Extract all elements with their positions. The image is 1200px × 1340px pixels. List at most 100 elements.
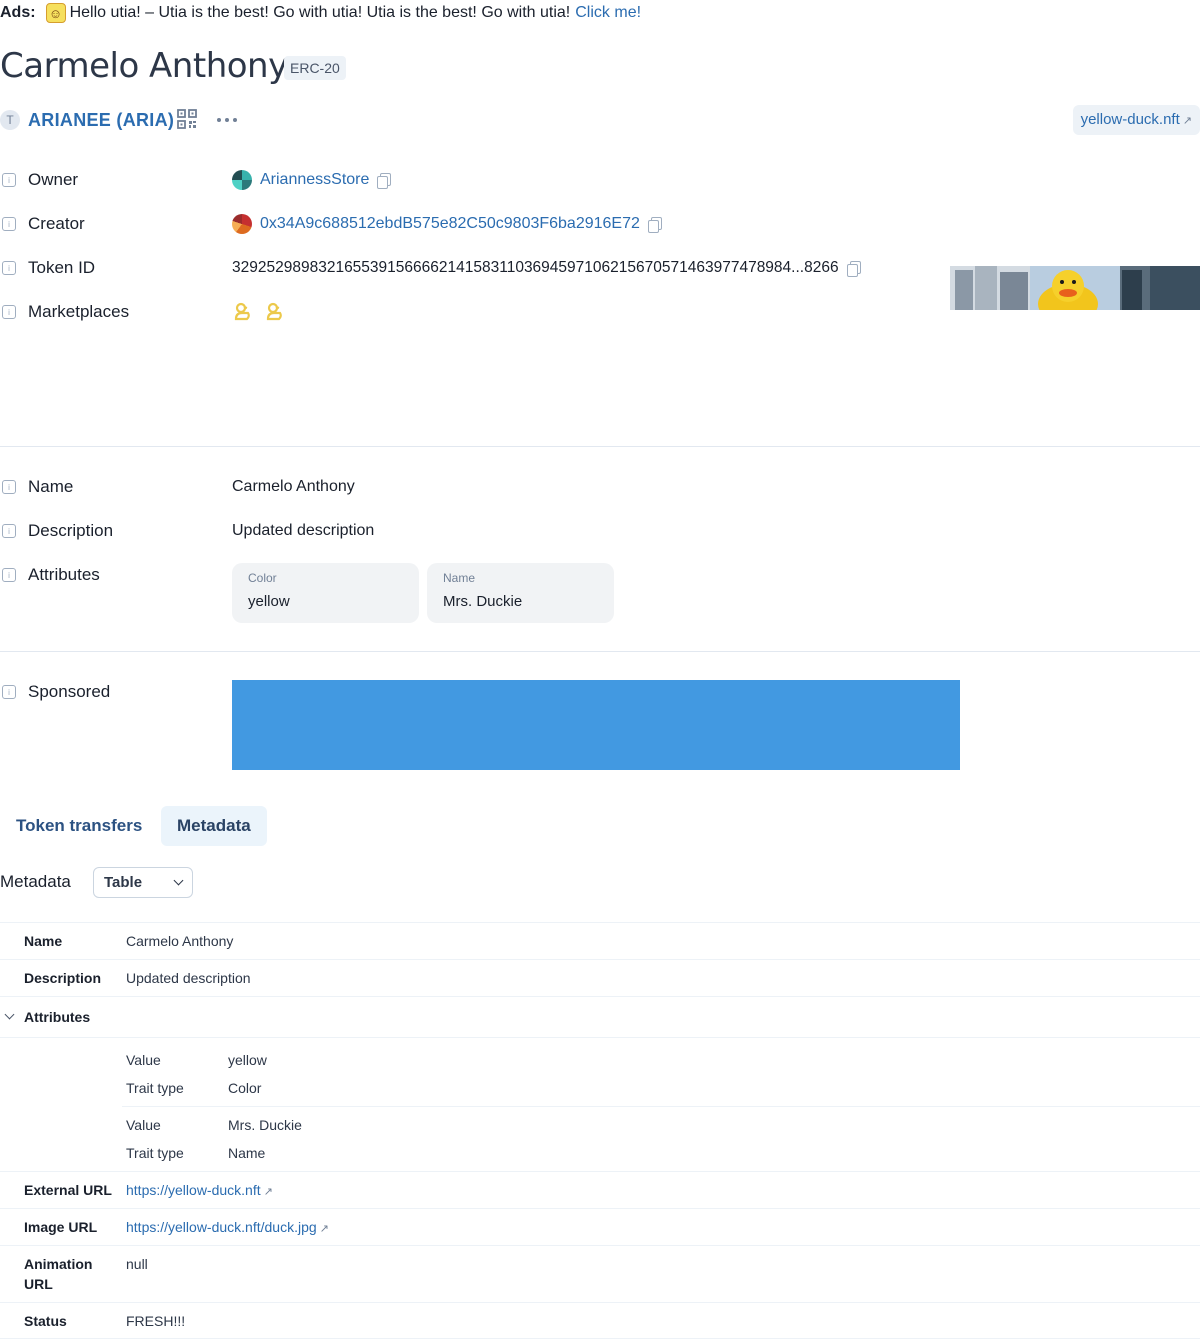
info-icon[interactable]: i bbox=[2, 480, 16, 494]
domain-name-link[interactable]: yellow-duck.nft ↗ bbox=[1072, 105, 1200, 135]
external-url-link[interactable]: https://yellow-duck.nft bbox=[126, 1182, 261, 1198]
duck-emoji-icon: ☺ bbox=[45, 3, 66, 23]
tab-metadata[interactable]: Metadata bbox=[161, 806, 267, 846]
copy-icon[interactable] bbox=[647, 217, 662, 233]
creator-address-link[interactable]: 0x34A9c688512ebdB575e82C50c9803F6ba2916E… bbox=[260, 215, 640, 233]
ads-banner: Ads: ☺ Hello utia! – Utia is the best! G… bbox=[0, 2, 641, 24]
description-value: Updated description bbox=[232, 522, 375, 539]
meta-image-url-value[interactable]: https://yellow-duck.nft/duck.jpg ↗ bbox=[126, 1217, 329, 1239]
marketplaces-value bbox=[232, 300, 296, 324]
owner-label-row: i Owner bbox=[2, 168, 78, 192]
copy-icon[interactable] bbox=[377, 173, 392, 189]
meta-animation-url-key: Animation URL bbox=[24, 1254, 92, 1294]
section-divider bbox=[0, 446, 1200, 447]
creator-label-row: i Creator bbox=[2, 212, 85, 236]
ads-text: Hello utia! – Utia is the best! Go with … bbox=[69, 4, 571, 21]
marketplaces-label: Marketplaces bbox=[28, 302, 130, 321]
meta-status-value: FRESH!!! bbox=[126, 1313, 186, 1329]
sponsored-label: Sponsored bbox=[28, 682, 111, 701]
name-label: Name bbox=[28, 477, 74, 496]
attr-trait-value: Color bbox=[228, 1080, 262, 1096]
more-options-icon[interactable] bbox=[214, 110, 240, 130]
meta-external-url-value[interactable]: https://yellow-duck.nft ↗ bbox=[126, 1180, 273, 1202]
attribute-key: Name bbox=[443, 571, 476, 585]
table-row-divider bbox=[0, 1208, 1200, 1209]
token-name-link[interactable]: ARIANEE (ARIA) bbox=[28, 110, 174, 131]
table-row-divider bbox=[0, 1037, 1200, 1038]
page-title: Carmelo Anthony bbox=[0, 46, 288, 86]
info-icon[interactable]: i bbox=[2, 524, 16, 538]
meta-description-value: Updated description bbox=[126, 970, 251, 986]
token-id-text: 3292529898321655391566662141583110369459… bbox=[232, 259, 839, 276]
token-avatar-icon: T bbox=[0, 110, 20, 130]
creator-value: 0x34A9c688512ebdB575e82C50c9803F6ba2916E… bbox=[232, 212, 662, 236]
external-link-icon: ↗ bbox=[263, 1186, 273, 1198]
table-row-divider bbox=[0, 959, 1200, 960]
attributes-label: Attributes bbox=[28, 565, 100, 584]
description-label: Description bbox=[28, 521, 114, 540]
table-row-divider bbox=[0, 1302, 1200, 1303]
token-id-value: 3292529898321655391566662141583110369459… bbox=[232, 256, 861, 280]
tab-token-transfers[interactable]: Token transfers bbox=[0, 806, 158, 846]
attribute-card: Name Mrs. Duckie bbox=[427, 563, 614, 623]
ads-label: Ads: bbox=[0, 4, 36, 21]
meta-external-url-key: External URL bbox=[24, 1182, 112, 1198]
external-link-icon: ↗ bbox=[319, 1223, 329, 1235]
description-label-row: i Description bbox=[2, 519, 113, 543]
token-link-row[interactable]: T ARIANEE (ARIA) bbox=[0, 106, 174, 134]
domain-name-text: yellow-duck.nft bbox=[1080, 111, 1180, 128]
metadata-format-select[interactable]: Table bbox=[93, 867, 193, 898]
attr-value-key: Value bbox=[126, 1052, 161, 1068]
image-url-link[interactable]: https://yellow-duck.nft/duck.jpg bbox=[126, 1219, 317, 1235]
owner-avatar bbox=[232, 170, 252, 190]
marketplace-duck-icon[interactable] bbox=[232, 301, 254, 323]
table-row-divider bbox=[0, 1171, 1200, 1172]
meta-image-url-key: Image URL bbox=[24, 1219, 98, 1235]
marketplace-duck-icon[interactable] bbox=[264, 301, 286, 323]
section-divider bbox=[0, 651, 1200, 652]
meta-name-key: Name bbox=[24, 933, 63, 949]
meta-name-value: Carmelo Anthony bbox=[126, 933, 234, 949]
attr-value-value: Mrs. Duckie bbox=[228, 1117, 302, 1133]
attr-trait-key: Trait type bbox=[126, 1080, 184, 1096]
sponsored-label-row: i Sponsored bbox=[2, 680, 110, 704]
token-standard-badge: ERC-20 bbox=[284, 56, 346, 80]
marketplaces-label-row: i Marketplaces bbox=[2, 300, 129, 324]
copy-icon[interactable] bbox=[846, 261, 861, 277]
attr-trait-key: Trait type bbox=[126, 1145, 184, 1161]
table-row-divider bbox=[0, 996, 1200, 997]
animation-key-line-2: URL bbox=[24, 1276, 53, 1292]
external-link-icon: ↗ bbox=[1182, 115, 1192, 127]
meta-attributes-key[interactable]: Attributes bbox=[24, 1007, 90, 1027]
name-label-row: i Name bbox=[2, 475, 73, 499]
attr-value-key: Value bbox=[126, 1117, 161, 1133]
meta-description-key: Description bbox=[24, 970, 102, 986]
chevron-down-icon[interactable] bbox=[4, 1009, 15, 1020]
attribute-key: Color bbox=[248, 571, 277, 585]
animation-key-line-1: Animation bbox=[24, 1256, 93, 1272]
ads-link[interactable]: Click me! bbox=[575, 4, 641, 22]
owner-address-link[interactable]: AriannessStore bbox=[260, 171, 369, 189]
table-row-divider bbox=[0, 922, 1200, 923]
info-icon[interactable]: i bbox=[2, 685, 16, 699]
qr-code-icon[interactable] bbox=[176, 108, 198, 130]
table-row-divider bbox=[0, 1338, 1200, 1339]
owner-value: AriannessStore bbox=[232, 168, 392, 192]
table-row-divider bbox=[122, 1106, 1200, 1107]
info-icon[interactable]: i bbox=[2, 261, 16, 275]
info-icon[interactable]: i bbox=[2, 305, 16, 319]
meta-animation-url-value: null bbox=[126, 1256, 148, 1272]
nft-image[interactable] bbox=[950, 266, 1200, 310]
attribute-card: Color yellow bbox=[232, 563, 419, 623]
select-value: Table bbox=[104, 874, 143, 891]
info-icon[interactable]: i bbox=[2, 173, 16, 187]
sponsored-banner[interactable] bbox=[232, 680, 960, 770]
chevron-down-icon bbox=[173, 875, 184, 886]
table-row-divider bbox=[0, 1245, 1200, 1246]
info-icon[interactable]: i bbox=[2, 217, 16, 231]
attr-trait-value: Name bbox=[228, 1145, 266, 1161]
token-id-label-row: i Token ID bbox=[2, 256, 95, 280]
token-id-label: Token ID bbox=[28, 258, 96, 277]
attributes-label-row: i Attributes bbox=[2, 563, 100, 587]
info-icon[interactable]: i bbox=[2, 568, 16, 582]
